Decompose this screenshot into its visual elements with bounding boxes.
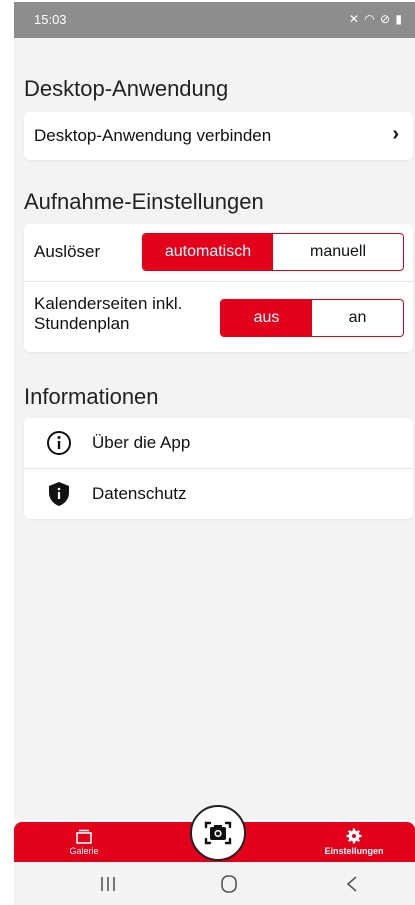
about-app-row[interactable]: Über die App xyxy=(24,418,413,468)
trigger-row: Auslöser automatisch manuell xyxy=(24,224,413,280)
section-title-recording: Aufnahme-Einstellungen xyxy=(24,189,264,214)
calendar-segmented-control: aus an xyxy=(220,299,404,337)
connect-desktop-row[interactable]: Desktop-Anwendung verbinden › xyxy=(24,112,413,160)
shield-icon xyxy=(49,482,69,506)
status-bar: 15:03 ✕ ◠ ⊘ ▮ xyxy=(14,2,415,38)
camera-button[interactable] xyxy=(190,805,246,861)
calendar-label-line1: Kalenderseiten inkl. xyxy=(34,294,183,313)
tab-settings-label: Einstellungen xyxy=(324,846,384,856)
back-icon[interactable] xyxy=(332,872,372,896)
camera-icon xyxy=(204,821,232,845)
privacy-row[interactable]: Datenschutz xyxy=(24,469,413,519)
about-app-label: Über die App xyxy=(92,433,191,452)
recent-apps-icon[interactable] xyxy=(88,872,128,896)
status-time: 15:03 xyxy=(34,12,67,27)
calendar-label: Kalenderseiten inkl. Stundenplan xyxy=(34,294,182,334)
desktop-card: Desktop-Anwendung verbinden › xyxy=(24,112,413,160)
status-icons: ✕ ◠ ⊘ ▮ xyxy=(348,12,403,26)
calendar-row: Kalenderseiten inkl. Stundenplan aus an xyxy=(24,282,413,352)
tab-settings[interactable]: Einstellungen xyxy=(304,822,404,862)
calendar-label-line2: Stundenplan xyxy=(34,314,130,333)
home-icon[interactable] xyxy=(209,872,249,896)
section-title-desktop: Desktop-Anwendung xyxy=(24,76,229,101)
settings-screen: Desktop-Anwendung Desktop-Anwendung verb… xyxy=(14,38,415,820)
recording-card: Auslöser automatisch manuell Kalendersei… xyxy=(24,224,413,352)
info-card: Über die App Datenschutz xyxy=(24,418,413,519)
calendar-option-on[interactable]: an xyxy=(312,300,403,336)
privacy-label: Datenschutz xyxy=(92,484,187,503)
section-title-info: Informationen xyxy=(24,384,159,409)
system-nav-bar xyxy=(14,862,415,905)
tab-gallery[interactable]: Galerie xyxy=(34,822,134,862)
trigger-option-automatic[interactable]: automatisch xyxy=(143,234,273,270)
connect-desktop-label: Desktop-Anwendung verbinden xyxy=(34,126,272,145)
trigger-segmented-control: automatisch manuell xyxy=(142,233,404,271)
info-icon xyxy=(47,431,71,455)
trigger-option-manual[interactable]: manuell xyxy=(273,234,403,270)
tab-gallery-label: Galerie xyxy=(69,846,99,856)
gear-icon xyxy=(346,828,362,844)
calendar-option-off[interactable]: aus xyxy=(221,300,312,336)
chevron-right-icon: › xyxy=(392,123,399,145)
gallery-icon xyxy=(76,829,92,844)
trigger-label: Auslöser xyxy=(34,242,101,261)
